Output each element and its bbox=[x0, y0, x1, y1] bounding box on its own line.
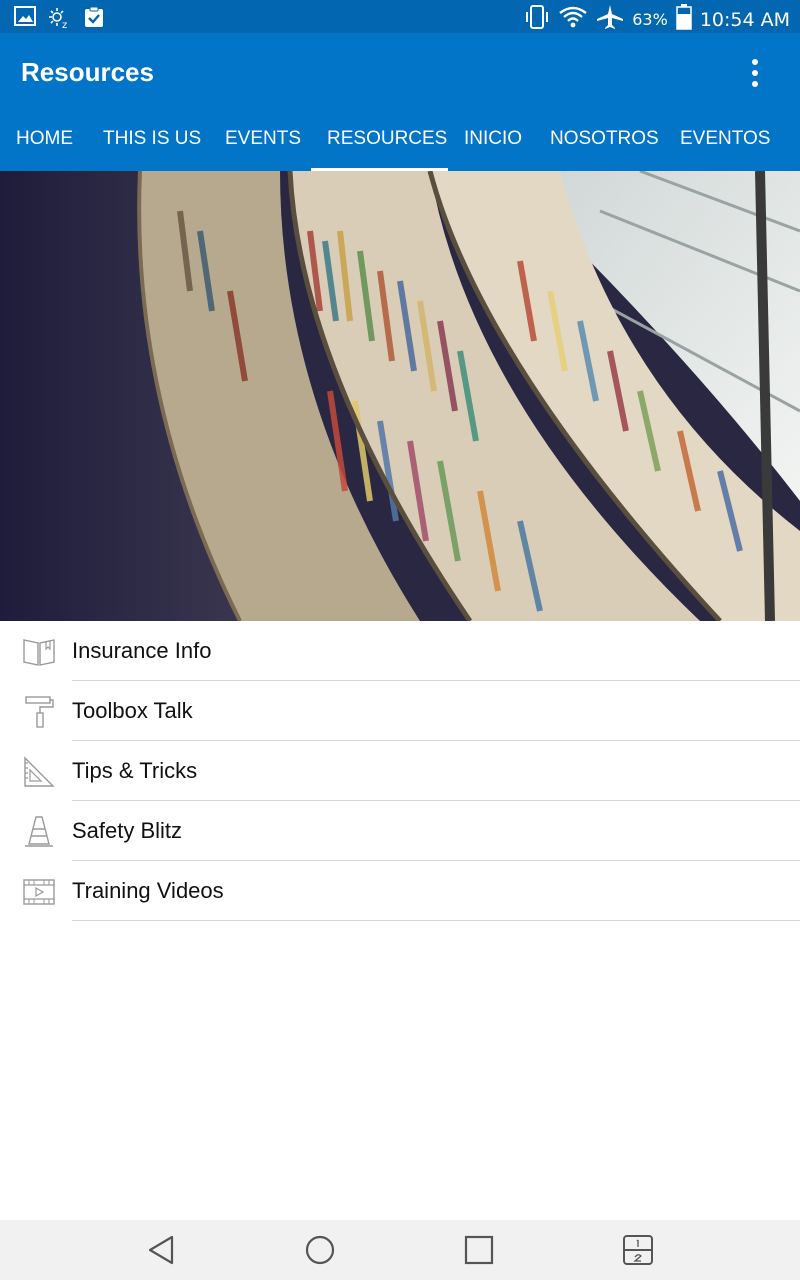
clock: 10:54 AM bbox=[699, 8, 790, 31]
battery-icon bbox=[676, 4, 692, 35]
sleep-icon: z bbox=[48, 6, 72, 34]
clipboard-check-icon bbox=[84, 6, 104, 34]
home-icon[interactable] bbox=[303, 1233, 337, 1267]
app-bar: Resources HOME THIS IS US EVENTS RESOURC… bbox=[0, 33, 800, 171]
resource-list: Insurance Info Toolbox Talk Tips & Trick… bbox=[0, 621, 800, 921]
battery-percent: 63% bbox=[632, 10, 668, 29]
vibrate-icon bbox=[524, 4, 550, 35]
wifi-icon bbox=[558, 5, 588, 34]
header-image bbox=[0, 171, 800, 621]
tab-resources[interactable]: RESOURCES bbox=[311, 117, 448, 171]
list-item-label: Training Videos bbox=[72, 878, 224, 903]
list-item-label: Tips & Tricks bbox=[72, 758, 198, 783]
list-item-label: Safety Blitz bbox=[72, 818, 183, 843]
recents-icon[interactable] bbox=[462, 1233, 496, 1267]
traffic-cone-icon bbox=[22, 815, 56, 849]
dual-window-icon[interactable] bbox=[621, 1233, 655, 1267]
tab-inicio[interactable]: INICIO bbox=[448, 117, 538, 171]
tab-events[interactable]: EVENTS bbox=[209, 117, 317, 171]
tab-bar: HOME THIS IS US EVENTS RESOURCES INICIO … bbox=[0, 117, 800, 171]
svg-text:z: z bbox=[62, 20, 67, 30]
set-square-icon bbox=[22, 755, 56, 789]
tab-nosotros[interactable]: NOSOTROS bbox=[534, 117, 675, 171]
more-vert-icon[interactable] bbox=[740, 59, 770, 93]
list-item-label: Insurance Info bbox=[72, 638, 212, 663]
tab-home[interactable]: HOME bbox=[0, 117, 89, 171]
list-item-safety-blitz[interactable]: Safety Blitz bbox=[0, 801, 800, 861]
open-book-icon bbox=[22, 635, 56, 669]
list-item-toolbox-talk[interactable]: Toolbox Talk bbox=[0, 681, 800, 741]
system-nav-bar bbox=[0, 1220, 800, 1280]
airplane-icon bbox=[596, 4, 624, 35]
paint-roller-icon bbox=[22, 695, 56, 729]
divider bbox=[72, 920, 800, 921]
list-item-label: Toolbox Talk bbox=[72, 698, 193, 723]
image-icon bbox=[14, 6, 36, 34]
status-bar: z 63% 10:54 AM bbox=[0, 0, 800, 33]
back-icon[interactable] bbox=[144, 1233, 178, 1267]
list-item-training-videos[interactable]: Training Videos bbox=[0, 861, 800, 921]
page-title: Resources bbox=[21, 57, 154, 87]
list-item-insurance-info[interactable]: Insurance Info bbox=[0, 621, 800, 681]
list-item-tips-tricks[interactable]: Tips & Tricks bbox=[0, 741, 800, 801]
tab-eventos[interactable]: EVENTOS bbox=[664, 117, 786, 171]
video-film-icon bbox=[22, 875, 56, 909]
tab-this-is-us[interactable]: THIS IS US bbox=[87, 117, 217, 171]
